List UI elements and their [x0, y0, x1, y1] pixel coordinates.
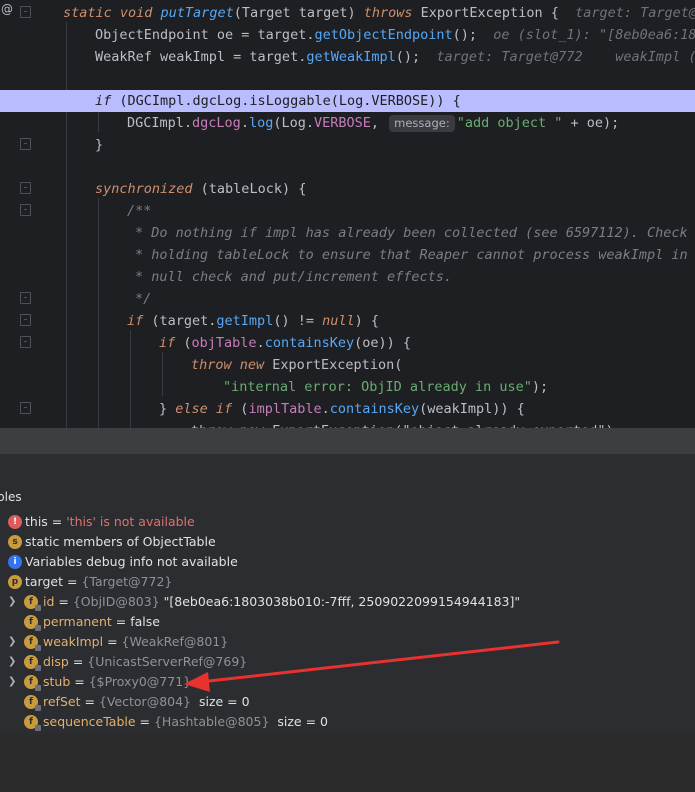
code-token: (Log. [273, 115, 314, 131]
code-token: (); [395, 49, 421, 65]
code-token: , [370, 115, 388, 131]
code-token: "add object " [456, 115, 571, 131]
code-token: containsKey [264, 335, 355, 351]
code-token: . [240, 115, 249, 131]
parameter-hint: message: [389, 115, 455, 132]
code-line[interactable]: synchronized (tableLock) { [0, 178, 695, 200]
code-token: . [321, 401, 330, 417]
code-token: "internal error: ObjID already in use" [223, 379, 532, 395]
code-token: containsKey [329, 401, 420, 417]
code-token: throw new ExportException("object alread… [191, 420, 622, 428]
variables-tree[interactable]: ! this = 'this' is not available s stati… [0, 512, 695, 734]
editor-horizontal-scrollbar[interactable] [0, 428, 695, 454]
code-token: (DGCImpl.dgcLog.isLoggable(Log.VERBOSE))… [119, 93, 461, 109]
code-token: else if [175, 401, 241, 417]
code-line-current[interactable]: if (DGCImpl.dgcLog.isLoggable(Log.VERBOS… [0, 90, 695, 112]
code-token: (tableLock) { [200, 181, 307, 197]
code-token: . [256, 335, 265, 351]
code-line[interactable]: } [0, 134, 695, 156]
code-line[interactable]: DGCImpl.dgcLog.log(Log.VERBOSE, message:… [0, 112, 695, 134]
inline-value-hint: target: Target@ [575, 5, 695, 21]
code-token: DGCImpl. [127, 115, 193, 131]
code-token: ExportException( [272, 357, 403, 373]
code-token: + oe); [570, 115, 620, 131]
code-token: ) { [354, 313, 380, 329]
code-token: if [127, 313, 152, 329]
code-token: ObjectEndpoint oe = target. [95, 27, 315, 43]
code-token: (oe)) { [354, 335, 412, 351]
code-token: if [159, 335, 184, 351]
code-token: throws [363, 5, 421, 21]
code-token: ); [531, 379, 549, 395]
comment: * null check and put/increment effects. [135, 269, 452, 285]
code-line[interactable]: ObjectEndpoint oe = target.getObjectEndp… [0, 24, 695, 46]
code-token: putTarget [160, 5, 234, 21]
code-token: throw new [191, 357, 273, 373]
comment: * holding tableLock to ensure that Reape… [135, 247, 695, 263]
code-line[interactable]: "internal error: ObjID already in use"); [0, 376, 695, 398]
code-line[interactable]: */ [0, 288, 695, 310]
code-line[interactable]: if (target.getImpl() != null) { [0, 310, 695, 332]
code-token: getWeakImpl [306, 49, 396, 65]
code-line[interactable]: * Do nothing if impl has already been co… [0, 222, 695, 244]
inline-value-hint: target: Target@772 weakImpl (s [436, 49, 695, 65]
code-token: (); [452, 27, 478, 43]
code-token: (Target target) [233, 5, 364, 21]
comment: * Do nothing if impl has already been co… [135, 225, 695, 241]
variables-panel-header: bles [0, 484, 695, 513]
inline-value-hint: oe (slot_1): "[8eb0ea6:180 [493, 27, 695, 43]
code-line[interactable]: if (objTable.containsKey(oe)) { [0, 332, 695, 354]
code-token: } [159, 401, 176, 417]
code-token: implTable [248, 401, 322, 417]
code-line[interactable]: } else if (implTable.containsKey(weakImp… [0, 398, 695, 420]
code-token: ( [183, 335, 192, 351]
code-token: (target. [151, 313, 217, 329]
code-line[interactable]: throw new ExportException( [0, 354, 695, 376]
code-token: WeakRef weakImpl = target. [95, 49, 307, 65]
code-token: static void [63, 5, 161, 21]
code-token: if [95, 93, 120, 109]
comment: /** [127, 203, 152, 219]
code-token: (weakImpl)) { [419, 401, 525, 417]
code-token: objTable [191, 335, 257, 351]
code-token: dgcLog [192, 115, 241, 131]
code-line[interactable]: static void putTarget(Target target) thr… [0, 2, 695, 24]
code-token: ExportException { [420, 5, 559, 21]
comment: */ [135, 291, 152, 307]
code-token: () != [273, 313, 323, 329]
code-token: } [95, 137, 104, 153]
code-token: getImpl [216, 313, 274, 329]
code-line[interactable]: * null check and put/increment effects. [0, 266, 695, 288]
code-token: getObjectEndpoint [314, 27, 453, 43]
code-token: synchronized [95, 181, 201, 197]
code-token: VERBOSE [313, 115, 371, 131]
code-editor[interactable]: @ static void putTarget(Target target) t… [0, 0, 695, 428]
code-line[interactable]: * holding tableLock to ensure that Reape… [0, 244, 695, 266]
debug-toolbar [0, 454, 695, 485]
annotation-arrow [184, 640, 560, 692]
code-token: log [248, 115, 274, 131]
code-line[interactable]: /** [0, 200, 695, 222]
code-line[interactable]: WeakRef weakImpl = target.getWeakImpl();… [0, 46, 695, 68]
code-line[interactable]: throw new ExportException("object alread… [0, 420, 695, 428]
variables-panel-title: bles [0, 490, 22, 504]
code-token: null [322, 313, 355, 329]
